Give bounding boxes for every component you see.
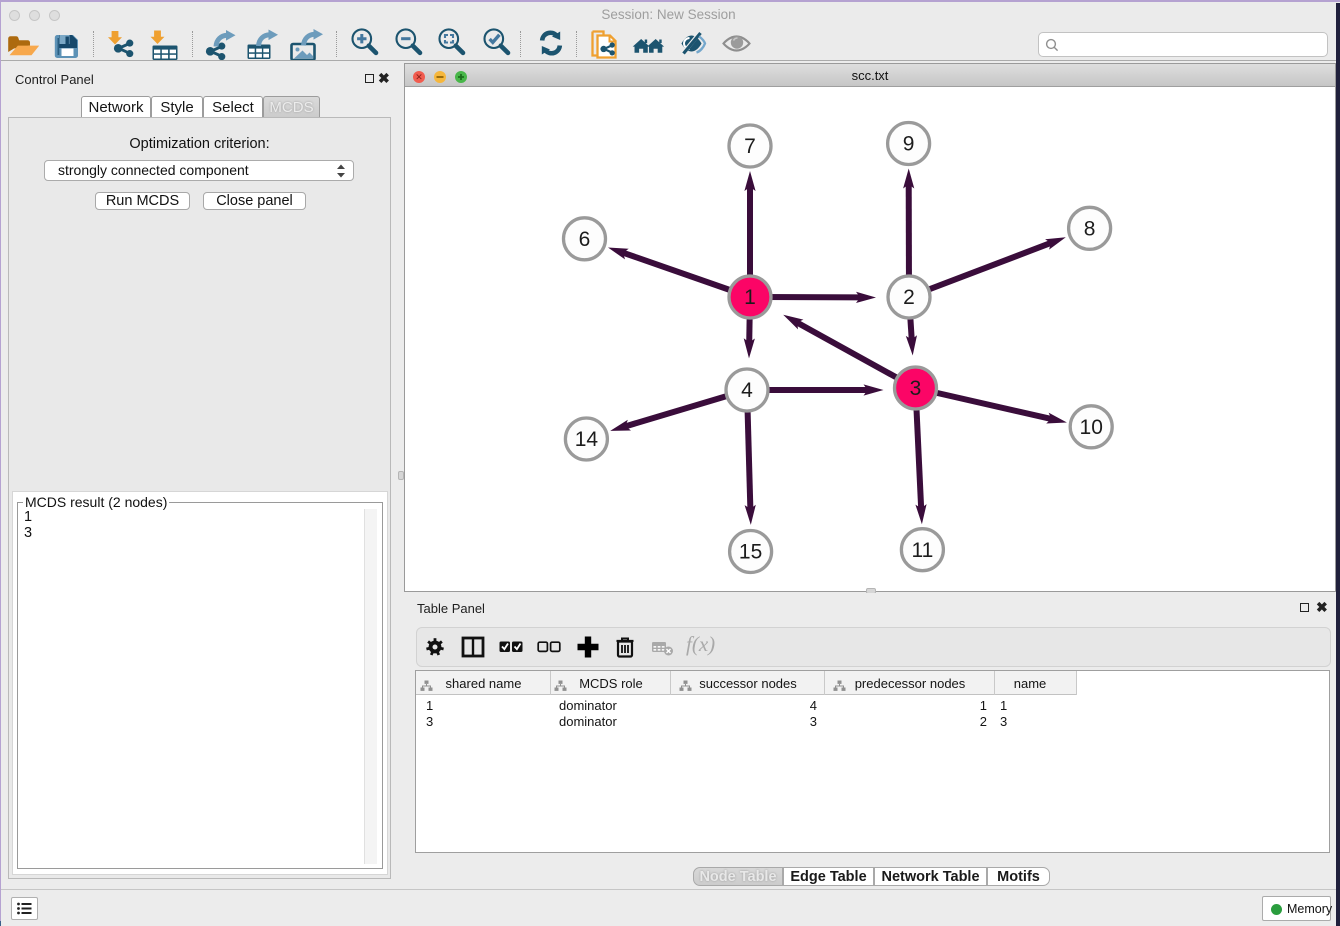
svg-text:2: 2	[903, 286, 915, 309]
svg-text:3: 3	[910, 377, 922, 400]
svg-text:7: 7	[744, 135, 756, 158]
svg-text:14: 14	[575, 428, 599, 451]
svg-text:1: 1	[744, 286, 756, 309]
svg-text:✕: ✕	[415, 72, 423, 82]
svg-text:11: 11	[911, 539, 933, 562]
svg-text:9: 9	[903, 133, 915, 156]
svg-text:6: 6	[579, 228, 591, 251]
svg-text:15: 15	[739, 541, 762, 564]
svg-text:8: 8	[1084, 218, 1096, 241]
svg-text:4: 4	[741, 379, 753, 402]
svg-text:10: 10	[1080, 416, 1103, 439]
